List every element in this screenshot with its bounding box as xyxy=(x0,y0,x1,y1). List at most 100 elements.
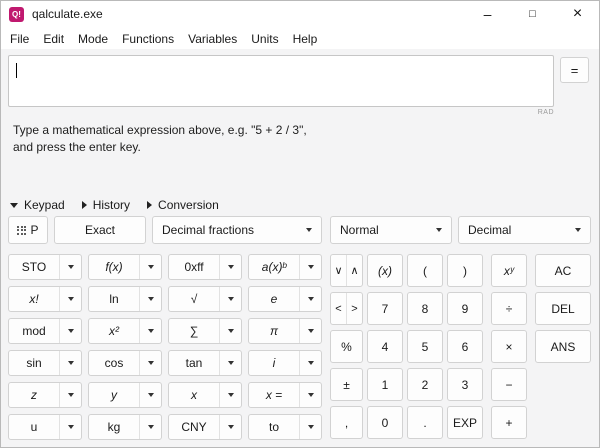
section-conversion[interactable]: Conversion xyxy=(147,198,219,212)
var-x-button[interactable]: x xyxy=(168,382,242,408)
cursor-right-button[interactable]: > xyxy=(347,293,362,324)
convert-to-button[interactable]: to xyxy=(248,414,322,440)
i-button-label[interactable]: i xyxy=(249,351,300,375)
factorial-button[interactable]: x! xyxy=(8,286,82,312)
keypad-layout-button[interactable]: P xyxy=(8,216,48,244)
digit-8-button[interactable]: 8 xyxy=(407,292,443,325)
answer-button[interactable]: ANS xyxy=(535,330,591,363)
var-z-menu-button[interactable] xyxy=(60,383,81,407)
fx-button-label[interactable]: f(x) xyxy=(89,255,140,279)
sum-button[interactable]: ∑ xyxy=(168,318,242,344)
pi-button-label[interactable]: π xyxy=(249,319,300,343)
hex-button[interactable]: 0xff xyxy=(168,254,242,280)
tan-button-label[interactable]: tan xyxy=(169,351,220,375)
decimal-point-button[interactable]: . xyxy=(407,406,443,439)
power-ab-button[interactable]: a(x)ᵇ xyxy=(248,254,322,280)
solve-x-menu-button[interactable] xyxy=(300,383,321,407)
i-menu-button[interactable] xyxy=(300,351,321,375)
x-squared-menu-button[interactable] xyxy=(140,319,161,343)
minimize-button[interactable]: – xyxy=(465,0,510,28)
fraction-mode-select[interactable]: Decimal fractions xyxy=(152,216,322,244)
sin-button[interactable]: sin xyxy=(8,350,82,376)
digit-2-button[interactable]: 2 xyxy=(407,368,443,401)
pi-button[interactable]: π xyxy=(248,318,322,344)
x-squared-button[interactable]: x² xyxy=(88,318,162,344)
cos-button-label[interactable]: cos xyxy=(89,351,140,375)
sto-button-label[interactable]: STO xyxy=(9,255,60,279)
menu-help[interactable]: Help xyxy=(286,30,325,48)
multiply-button[interactable]: × xyxy=(491,330,527,363)
fx-menu-button[interactable] xyxy=(140,255,161,279)
section-history[interactable]: History xyxy=(82,198,130,212)
tan-button[interactable]: tan xyxy=(168,350,242,376)
cos-button[interactable]: cos xyxy=(88,350,162,376)
unit-kg-button[interactable]: kg xyxy=(88,414,162,440)
comma-button[interactable]: , xyxy=(330,406,363,439)
clear-all-button[interactable]: AC xyxy=(535,254,591,287)
var-x-menu-button[interactable] xyxy=(220,383,241,407)
cos-menu-button[interactable] xyxy=(140,351,161,375)
var-y-button-label[interactable]: y xyxy=(89,383,140,407)
sto-menu-button[interactable] xyxy=(60,255,81,279)
var-y-button[interactable]: y xyxy=(88,382,162,408)
unit-u-button-label[interactable]: u xyxy=(9,415,60,439)
e-button[interactable]: e xyxy=(248,286,322,312)
digit-5-button[interactable]: 5 xyxy=(407,330,443,363)
close-paren-button[interactable]: ) xyxy=(447,254,483,287)
var-x-button-label[interactable]: x xyxy=(169,383,220,407)
display-mode-select[interactable]: Normal xyxy=(330,216,452,244)
ln-menu-button[interactable] xyxy=(140,287,161,311)
convert-to-button-label[interactable]: to xyxy=(249,415,300,439)
sqrt-menu-button[interactable] xyxy=(220,287,241,311)
cursor-left-button[interactable]: < xyxy=(331,293,347,324)
open-paren-button[interactable]: ( xyxy=(407,254,443,287)
close-button[interactable]: × xyxy=(555,0,600,28)
divide-button[interactable]: ÷ xyxy=(491,292,527,325)
power-ab-menu-button[interactable] xyxy=(300,255,321,279)
exponent-button[interactable]: EXP xyxy=(447,406,483,439)
currency-cny-button-label[interactable]: CNY xyxy=(169,415,220,439)
menu-variables[interactable]: Variables xyxy=(181,30,244,48)
angle-mode-indicator[interactable]: RAD xyxy=(8,109,554,116)
number-base-select[interactable]: Decimal xyxy=(458,216,591,244)
digit-4-button[interactable]: 4 xyxy=(367,330,403,363)
power-ab-button-label[interactable]: a(x)ᵇ xyxy=(249,255,300,279)
unit-u-button[interactable]: u xyxy=(8,414,82,440)
equals-button[interactable]: = xyxy=(560,57,589,83)
i-button[interactable]: i xyxy=(248,350,322,376)
mod-button[interactable]: mod xyxy=(8,318,82,344)
x-parentheses-button[interactable]: (x) xyxy=(367,254,403,287)
power-button[interactable]: xʸ xyxy=(491,254,527,287)
factorial-menu-button[interactable] xyxy=(60,287,81,311)
section-keypad[interactable]: Keypad xyxy=(10,198,65,212)
e-button-label[interactable]: e xyxy=(249,287,300,311)
mod-button-label[interactable]: mod xyxy=(9,319,60,343)
var-y-menu-button[interactable] xyxy=(140,383,161,407)
ln-button[interactable]: ln xyxy=(88,286,162,312)
currency-cny-button[interactable]: CNY xyxy=(168,414,242,440)
digit-6-button[interactable]: 6 xyxy=(447,330,483,363)
percent-button[interactable]: % xyxy=(330,330,363,363)
digit-7-button[interactable]: 7 xyxy=(367,292,403,325)
hex-menu-button[interactable] xyxy=(220,255,241,279)
digit-9-button[interactable]: 9 xyxy=(447,292,483,325)
fx-button[interactable]: f(x) xyxy=(88,254,162,280)
delete-button[interactable]: DEL xyxy=(535,292,591,325)
x-squared-button-label[interactable]: x² xyxy=(89,319,140,343)
sum-button-label[interactable]: ∑ xyxy=(169,319,220,343)
pi-menu-button[interactable] xyxy=(300,319,321,343)
menu-edit[interactable]: Edit xyxy=(36,30,71,48)
var-z-button[interactable]: z xyxy=(8,382,82,408)
minus-button[interactable]: − xyxy=(491,368,527,401)
unit-u-menu-button[interactable] xyxy=(60,415,81,439)
caret-down-button[interactable]: ∨ xyxy=(331,255,347,286)
solve-x-button[interactable]: x = xyxy=(248,382,322,408)
mod-menu-button[interactable] xyxy=(60,319,81,343)
convert-to-menu-button[interactable] xyxy=(300,415,321,439)
menu-functions[interactable]: Functions xyxy=(115,30,181,48)
digit-0-button[interactable]: 0 xyxy=(367,406,403,439)
digit-3-button[interactable]: 3 xyxy=(447,368,483,401)
sqrt-button[interactable]: √ xyxy=(168,286,242,312)
menu-mode[interactable]: Mode xyxy=(71,30,115,48)
currency-cny-menu-button[interactable] xyxy=(220,415,241,439)
